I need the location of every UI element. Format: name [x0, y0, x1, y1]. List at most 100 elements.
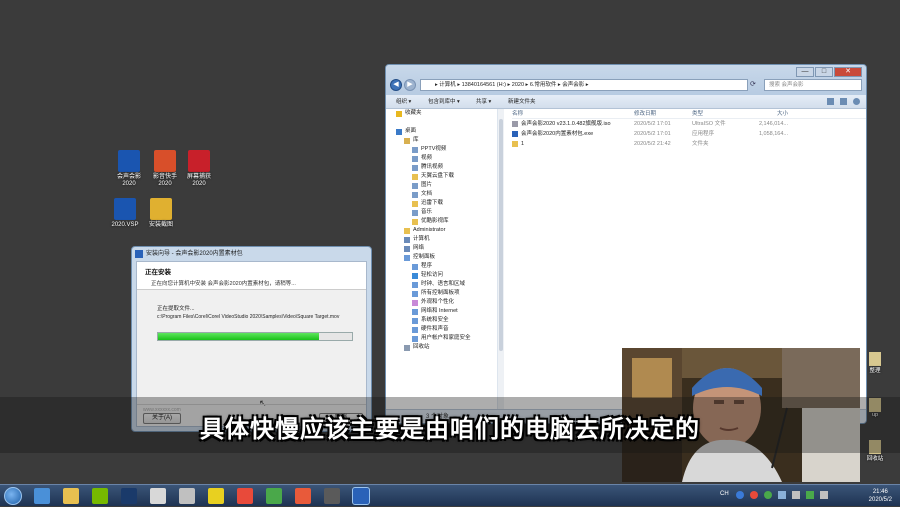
fastflick-shortcut[interactable]: 影音快手 2020: [148, 150, 182, 188]
nav-item[interactable]: 迅雷下载: [386, 199, 497, 208]
qq-icon[interactable]: [34, 488, 50, 504]
chrome-icon[interactable]: [237, 488, 253, 504]
clock[interactable]: 21:46 2020/5/2: [869, 488, 892, 504]
nav-item-label: 音乐: [421, 209, 433, 215]
dialog-titlebar: 安装向导 - 会声会影2020内置素材包: [132, 247, 371, 261]
new-folder-button[interactable]: 新建文件夹: [508, 95, 536, 109]
network-tray-icon[interactable]: [778, 491, 786, 499]
ime-icon[interactable]: CH: [720, 491, 729, 497]
organize-shortcut[interactable]: 整理: [862, 352, 888, 374]
nav-item[interactable]: 系统和安全: [386, 316, 497, 325]
nav-item[interactable]: 音乐: [386, 208, 497, 217]
security-icon[interactable]: [806, 491, 814, 499]
nav-scrollbar[interactable]: [498, 109, 504, 409]
file-name: 1: [521, 141, 525, 147]
nav-item-label: 回收站: [413, 344, 430, 350]
search-input[interactable]: 搜索 会声会影: [764, 79, 862, 91]
recorder-icon[interactable]: [324, 488, 340, 504]
file-row[interactable]: 会声会影2020内置素材包.exe 2020/5/2 17:01 应用程序 1,058…: [512, 129, 866, 139]
minimize-button[interactable]: —: [796, 67, 814, 77]
nav-item[interactable]: 优酷影视库: [386, 217, 497, 226]
nav-item[interactable]: PPTV视频: [386, 145, 497, 154]
nav-item-label: PPTV视频: [421, 146, 447, 152]
folder-icon: [412, 218, 418, 225]
nav-item[interactable]: 收藏夹: [386, 109, 497, 118]
back-button[interactable]: ◀: [390, 79, 402, 91]
file-type: 文件夹: [692, 141, 709, 147]
install-screenshot-folder[interactable]: 安装截图: [144, 198, 178, 229]
forward-button[interactable]: ▶: [404, 79, 416, 91]
user-icon: [404, 227, 410, 234]
nav-item[interactable]: 视频: [386, 154, 497, 163]
nav-item-label: 视频: [421, 155, 433, 161]
nav-item[interactable]: 硬件和声音: [386, 325, 497, 334]
file-type: 应用程序: [692, 131, 715, 137]
nav-item-label: 计算机: [413, 236, 430, 242]
nav-item[interactable]: 图片: [386, 181, 497, 190]
organize-button[interactable]: 组织 ▾: [396, 95, 411, 109]
tools-icon[interactable]: [179, 488, 195, 504]
explorer-icon[interactable]: [63, 488, 79, 504]
nav-item[interactable]: 程序: [386, 262, 497, 271]
tray-misc-icon[interactable]: [820, 491, 828, 499]
dialog-title: 安装向导 - 会声会影2020内置素材包: [146, 251, 243, 257]
start-button[interactable]: [4, 487, 22, 505]
nav-item[interactable]: 用户帐户和家庭安全: [386, 334, 497, 343]
file-row[interactable]: 会声会影2020 v23.1.0.482旗舰版.iso 2020/5/2 17:0…: [512, 119, 866, 129]
videostudio-shortcut[interactable]: 会声会影 2020: [112, 150, 146, 188]
nav-item[interactable]: 库: [386, 136, 497, 145]
view-icon[interactable]: [827, 98, 834, 105]
tray-app-icon-3[interactable]: [764, 491, 772, 499]
system-tray: CH 21:46 2020/5/2: [700, 485, 900, 507]
nav-item[interactable]: 天翼云盘下载: [386, 172, 497, 181]
close-button[interactable]: ✕: [834, 67, 862, 77]
nav-item[interactable]: 控制面板: [386, 253, 497, 262]
nav-item[interactable]: 桌面: [386, 127, 497, 136]
clip-icon[interactable]: [295, 488, 311, 504]
tray-app-icon-2[interactable]: [750, 491, 758, 499]
column-size[interactable]: 大小: [748, 109, 788, 118]
column-date[interactable]: 修改日期: [634, 109, 692, 118]
search-placeholder: 搜索 会声会影: [769, 82, 804, 88]
player-icon[interactable]: [208, 488, 224, 504]
system-icon: [412, 317, 418, 324]
address-bar[interactable]: ▸ 计算机 ▸ 13840164561 (H:) ▸ 2020 ▸ 6.常用软件…: [420, 79, 748, 91]
nav-item[interactable]: 时钟、语言和区域: [386, 280, 497, 289]
nav-item-label: 外观和个性化: [421, 299, 455, 305]
photoshop-icon[interactable]: [121, 488, 137, 504]
wechat-icon[interactable]: [150, 488, 166, 504]
videostudio-icon[interactable]: [352, 487, 370, 505]
share-button[interactable]: 共享 ▾: [476, 95, 491, 109]
vsp-file-icon[interactable]: 2020.VSP: [108, 198, 142, 229]
nav-item[interactable]: 计算机: [386, 235, 497, 244]
tray-app-icon[interactable]: [736, 491, 744, 499]
nvidia-icon[interactable]: [92, 488, 108, 504]
nav-item[interactable]: 腾讯视频: [386, 163, 497, 172]
hardware-icon: [412, 326, 418, 333]
screen-capture-shortcut[interactable]: 屏幕捕获 2020: [182, 150, 216, 188]
maximize-button[interactable]: □: [815, 67, 833, 77]
nav-item[interactable]: 网络和 Internet: [386, 307, 497, 316]
clock-date: 2020/5/2: [868, 497, 892, 503]
chrome-alt-icon[interactable]: [266, 488, 282, 504]
nav-item[interactable]: 所有控制面板项: [386, 289, 497, 298]
file-row[interactable]: 1 2020/5/2 21:42 文件夹: [512, 139, 866, 149]
preview-pane-icon[interactable]: [840, 98, 847, 105]
desktop-icon-label: 整理: [869, 368, 881, 374]
nav-item[interactable]: Administrator: [386, 226, 497, 235]
nav-item[interactable]: 轻松访问: [386, 271, 497, 280]
column-type[interactable]: 类型: [692, 109, 748, 118]
nav-item-label: 桌面: [405, 128, 417, 134]
clock-icon: [412, 281, 418, 288]
nav-item[interactable]: 文档: [386, 190, 497, 199]
nav-item[interactable]: 网络: [386, 244, 497, 253]
refresh-icon[interactable]: ⟳: [750, 79, 760, 91]
help-icon[interactable]: [853, 98, 860, 105]
explorer-toolbar: 组织 ▾ 包含到库中 ▾ 共享 ▾ 新建文件夹: [386, 95, 866, 109]
column-name[interactable]: 名称: [512, 109, 634, 118]
nav-item[interactable]: 外观和个性化: [386, 298, 497, 307]
include-library-button[interactable]: 包含到库中 ▾: [428, 95, 460, 109]
nav-item[interactable]: 回收站: [386, 343, 497, 352]
file-date: 2020/5/2 17:01: [634, 131, 671, 137]
volume-icon[interactable]: [792, 491, 800, 499]
